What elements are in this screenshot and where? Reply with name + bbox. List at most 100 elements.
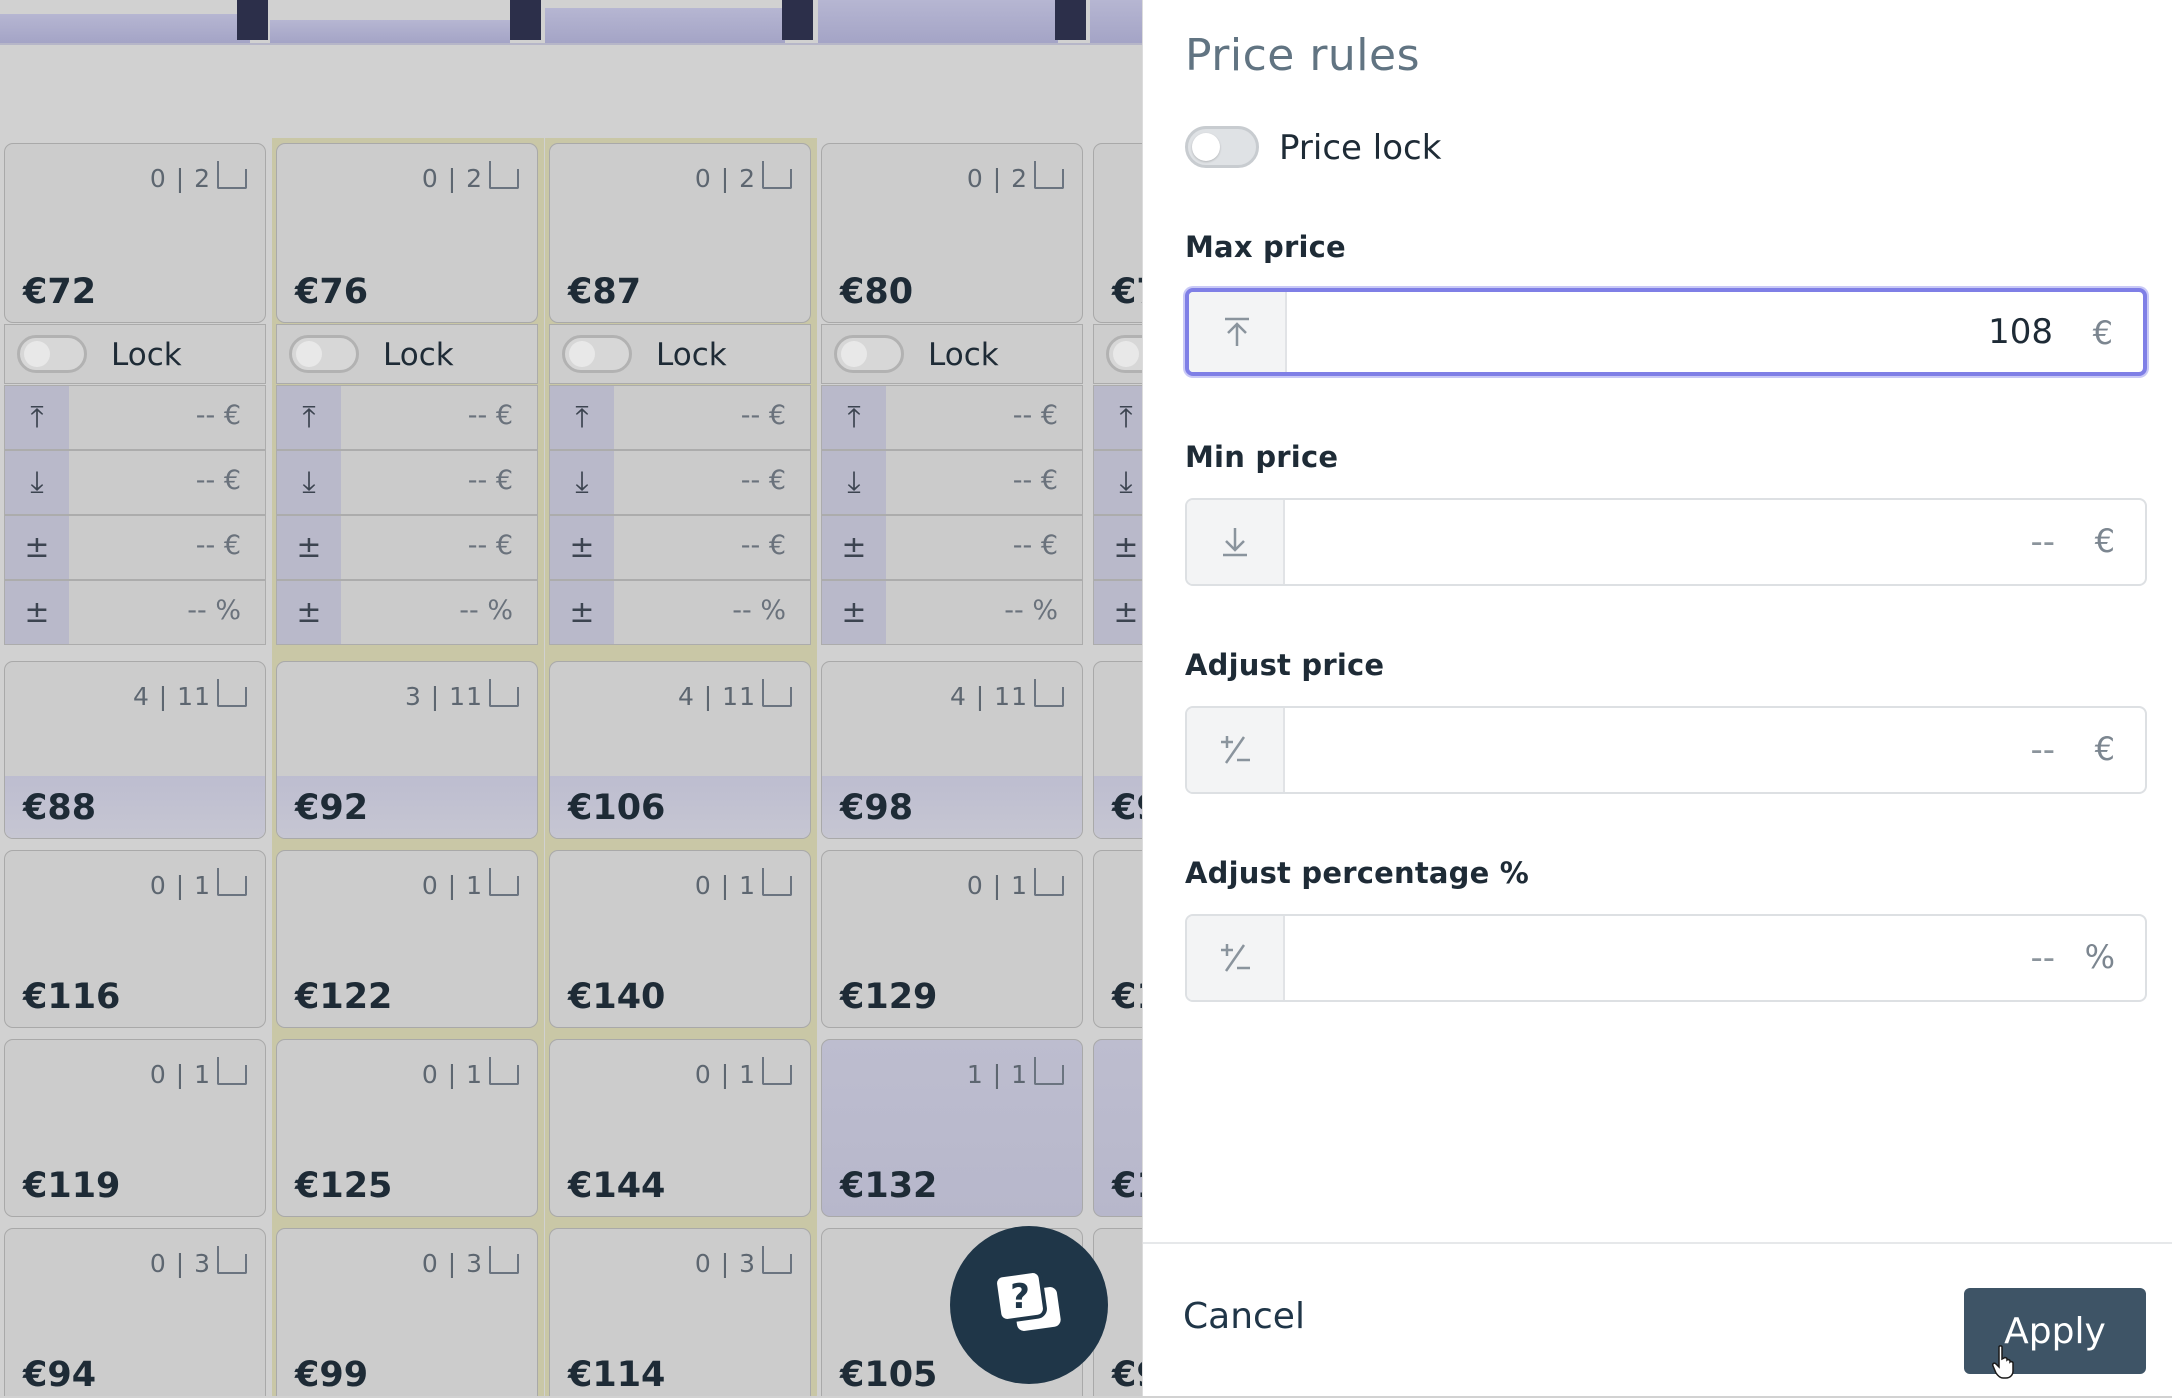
- arrow-down-to-line-icon: ⤓: [550, 451, 614, 514]
- rule-value: -- €: [1012, 465, 1058, 496]
- cell-rule-row[interactable]: ⤓ -- €: [4, 450, 266, 515]
- cell-price: €119: [23, 1166, 121, 1206]
- cell-price: €92: [295, 788, 369, 828]
- price-cell[interactable]: 0 | 1 €140: [549, 850, 811, 1028]
- cell-price: €105: [840, 1355, 938, 1395]
- bed-icon: [217, 867, 247, 896]
- cell-rule-row[interactable]: ± -- %: [821, 580, 1083, 645]
- cell-rule-row[interactable]: ⤒ -- €: [821, 385, 1083, 450]
- cell-lock-toggle[interactable]: [562, 335, 632, 373]
- cell-rule-row[interactable]: ⤒ -- €: [549, 385, 811, 450]
- price-cell[interactable]: €9: [1093, 661, 1142, 839]
- panel-title: Price rules: [1185, 30, 1421, 81]
- price-cell[interactable]: 0 | 1 €122: [276, 850, 538, 1028]
- cell-rule-row[interactable]: ⤒: [1093, 385, 1142, 450]
- cell-price: €140: [568, 977, 666, 1017]
- price-cell[interactable]: 0 | 3 €114: [549, 1228, 811, 1396]
- cell-rule-row[interactable]: ±: [1093, 515, 1142, 580]
- cell-rule-row[interactable]: ⤓ -- €: [276, 450, 538, 515]
- cell-lock-toggle[interactable]: [289, 335, 359, 373]
- price-cell[interactable]: 0 | 2 €80: [821, 143, 1083, 323]
- occupancy-bar: [0, 14, 250, 43]
- bed-icon: [762, 867, 792, 896]
- cell-rule-row[interactable]: ⤓: [1093, 450, 1142, 515]
- cell-price: €9: [1112, 788, 1142, 828]
- price-cell[interactable]: 0 | 3 €94: [4, 1228, 266, 1396]
- cell-price: €122: [295, 977, 393, 1017]
- cell-lock-row: [1093, 324, 1142, 384]
- cell-lock-toggle[interactable]: [834, 335, 904, 373]
- cell-rule-row[interactable]: ± -- €: [549, 515, 811, 580]
- cell-rule-row[interactable]: ⤓ -- €: [821, 450, 1083, 515]
- price-cell[interactable]: 4 | 11 €106: [549, 661, 811, 839]
- price-cell[interactable]: 0 | 2 €72: [4, 143, 266, 323]
- cell-rule-row[interactable]: ⤓ -- €: [549, 450, 811, 515]
- availability: 0 | 2: [422, 160, 519, 193]
- price-cell[interactable]: 0 | 1 €119: [4, 1039, 266, 1217]
- arrow-down-to-line-icon: [1187, 500, 1285, 584]
- adjust-price-field: €: [1185, 706, 2147, 794]
- price-lock-toggle[interactable]: [1185, 126, 1259, 168]
- bed-icon: [217, 160, 247, 189]
- svg-text:?: ?: [1010, 1277, 1030, 1317]
- cell-rule-row[interactable]: ⤒ -- €: [4, 385, 266, 450]
- plus-minus-icon: [1187, 708, 1285, 792]
- price-cell[interactable]: 0 | 2 €87: [549, 143, 811, 323]
- cell-lock-toggle[interactable]: [1106, 335, 1142, 373]
- plus-minus-icon: ±: [550, 516, 614, 579]
- price-cell[interactable]: 0 | 2 €76: [276, 143, 538, 323]
- rule-value: -- %: [1004, 595, 1058, 626]
- occupancy-marker: [1055, 0, 1086, 40]
- cell-price: €99: [295, 1355, 369, 1395]
- max-price-input[interactable]: [1289, 292, 2053, 372]
- availability: 0 | 1: [695, 1056, 792, 1089]
- price-cell[interactable]: 0 | 1 €144: [549, 1039, 811, 1217]
- price-cell[interactable]: 0 | 1 €129: [821, 850, 1083, 1028]
- cell-rule-row[interactable]: ± -- %: [4, 580, 266, 645]
- price-cell[interactable]: €1: [1093, 1039, 1142, 1217]
- price-cell[interactable]: 0 | 1 €116: [4, 850, 266, 1028]
- price-cell[interactable]: 1 | 1 €132: [821, 1039, 1083, 1217]
- cancel-button[interactable]: Cancel: [1183, 1296, 1305, 1337]
- min-price-input[interactable]: [1287, 500, 2055, 584]
- cell-rule-row[interactable]: ± -- €: [4, 515, 266, 580]
- plus-minus-icon: ±: [1094, 581, 1142, 644]
- cell-rule-row[interactable]: ±: [1093, 580, 1142, 645]
- rule-value: -- €: [195, 530, 241, 561]
- cell-rule-row[interactable]: ⤒ -- €: [276, 385, 538, 450]
- adjust-price-input[interactable]: [1287, 708, 2055, 792]
- chat-support-icon: ?: [993, 1269, 1061, 1331]
- availability: 0 | 1: [422, 867, 519, 900]
- bed-icon: [489, 1245, 519, 1274]
- cell-rule-row[interactable]: ± -- %: [276, 580, 538, 645]
- price-cell[interactable]: €1: [1093, 850, 1142, 1028]
- price-cell[interactable]: €7: [1093, 143, 1142, 323]
- price-cell[interactable]: 4 | 11 €88: [4, 661, 266, 839]
- price-cell[interactable]: 3 | 11 €92: [276, 661, 538, 839]
- plus-minus-icon: ±: [5, 581, 69, 644]
- cell-rule-row[interactable]: ± -- %: [549, 580, 811, 645]
- rule-value: -- %: [732, 595, 786, 626]
- bed-icon: [1034, 867, 1064, 896]
- cell-lock-toggle[interactable]: [17, 335, 87, 373]
- calendar-grid: 0 | 2 €72 0 | 2 €76 0 | 2 €87 0 | 2 €80 …: [0, 0, 1142, 1396]
- availability: 4 | 11: [950, 678, 1064, 711]
- cell-price: €76: [295, 272, 369, 312]
- bed-icon: [1034, 678, 1064, 707]
- chat-support-button[interactable]: ?: [950, 1226, 1108, 1384]
- occupancy-marker: [782, 0, 813, 40]
- arrow-down-to-line-icon: ⤓: [5, 451, 69, 514]
- availability: 0 | 3: [422, 1245, 519, 1278]
- price-cell[interactable]: 0 | 3 €99: [276, 1228, 538, 1396]
- plus-minus-icon: ±: [822, 581, 886, 644]
- adjust-percentage-input[interactable]: [1287, 916, 2055, 1000]
- price-cell[interactable]: 0 | 1 €125: [276, 1039, 538, 1217]
- cell-price: €94: [23, 1355, 97, 1395]
- cell-rule-row[interactable]: ± -- €: [276, 515, 538, 580]
- availability: 1 | 1: [967, 1056, 1064, 1089]
- bed-icon: [489, 160, 519, 189]
- cell-rule-row[interactable]: ± -- €: [821, 515, 1083, 580]
- min-price-label: Min price: [1185, 440, 1339, 474]
- price-cell[interactable]: 4 | 11 €98: [821, 661, 1083, 839]
- cell-price: €9: [1112, 1355, 1142, 1395]
